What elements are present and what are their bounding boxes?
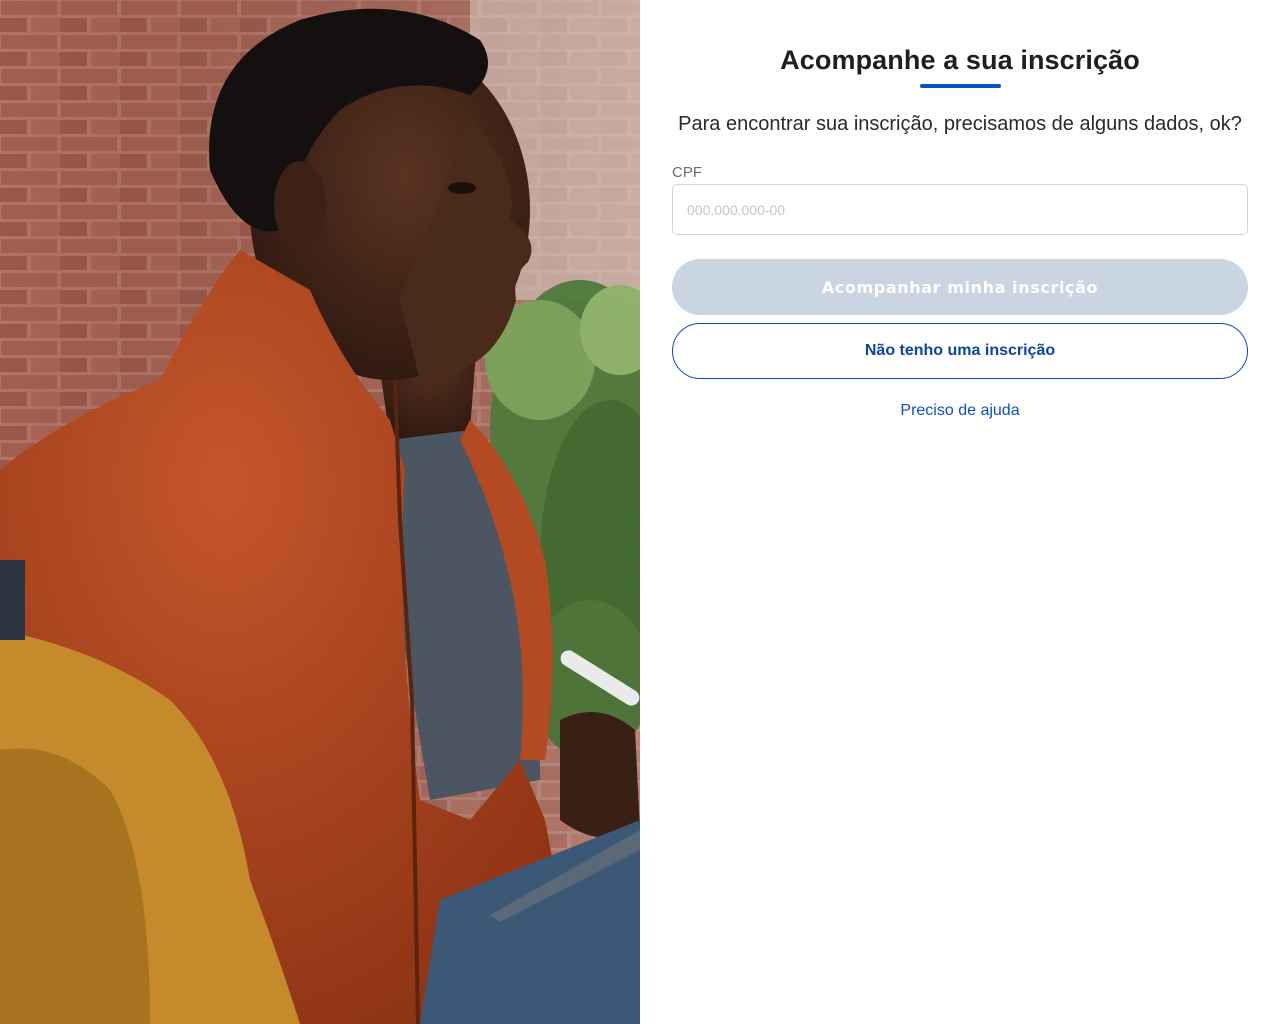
hero-photo: [0, 0, 640, 1024]
cpf-input[interactable]: [672, 184, 1248, 235]
track-registration-button[interactable]: Acompanhar minha inscrição: [672, 259, 1248, 315]
help-link[interactable]: Preciso de ajuda: [640, 402, 1280, 420]
student-photo-image: [0, 0, 640, 1024]
title-underline: [920, 84, 1001, 88]
no-registration-button[interactable]: Não tenho uma inscrição: [672, 323, 1248, 379]
page-title: Acompanhe a sua inscrição: [780, 45, 1140, 75]
page: Acompanhe a sua inscrição Para encontrar…: [0, 0, 1280, 1024]
cpf-label: CPF: [672, 164, 702, 181]
tracking-form-panel: Acompanhe a sua inscrição Para encontrar…: [640, 0, 1280, 1024]
form-subtitle: Para encontrar sua inscrição, precisamos…: [678, 113, 1242, 135]
